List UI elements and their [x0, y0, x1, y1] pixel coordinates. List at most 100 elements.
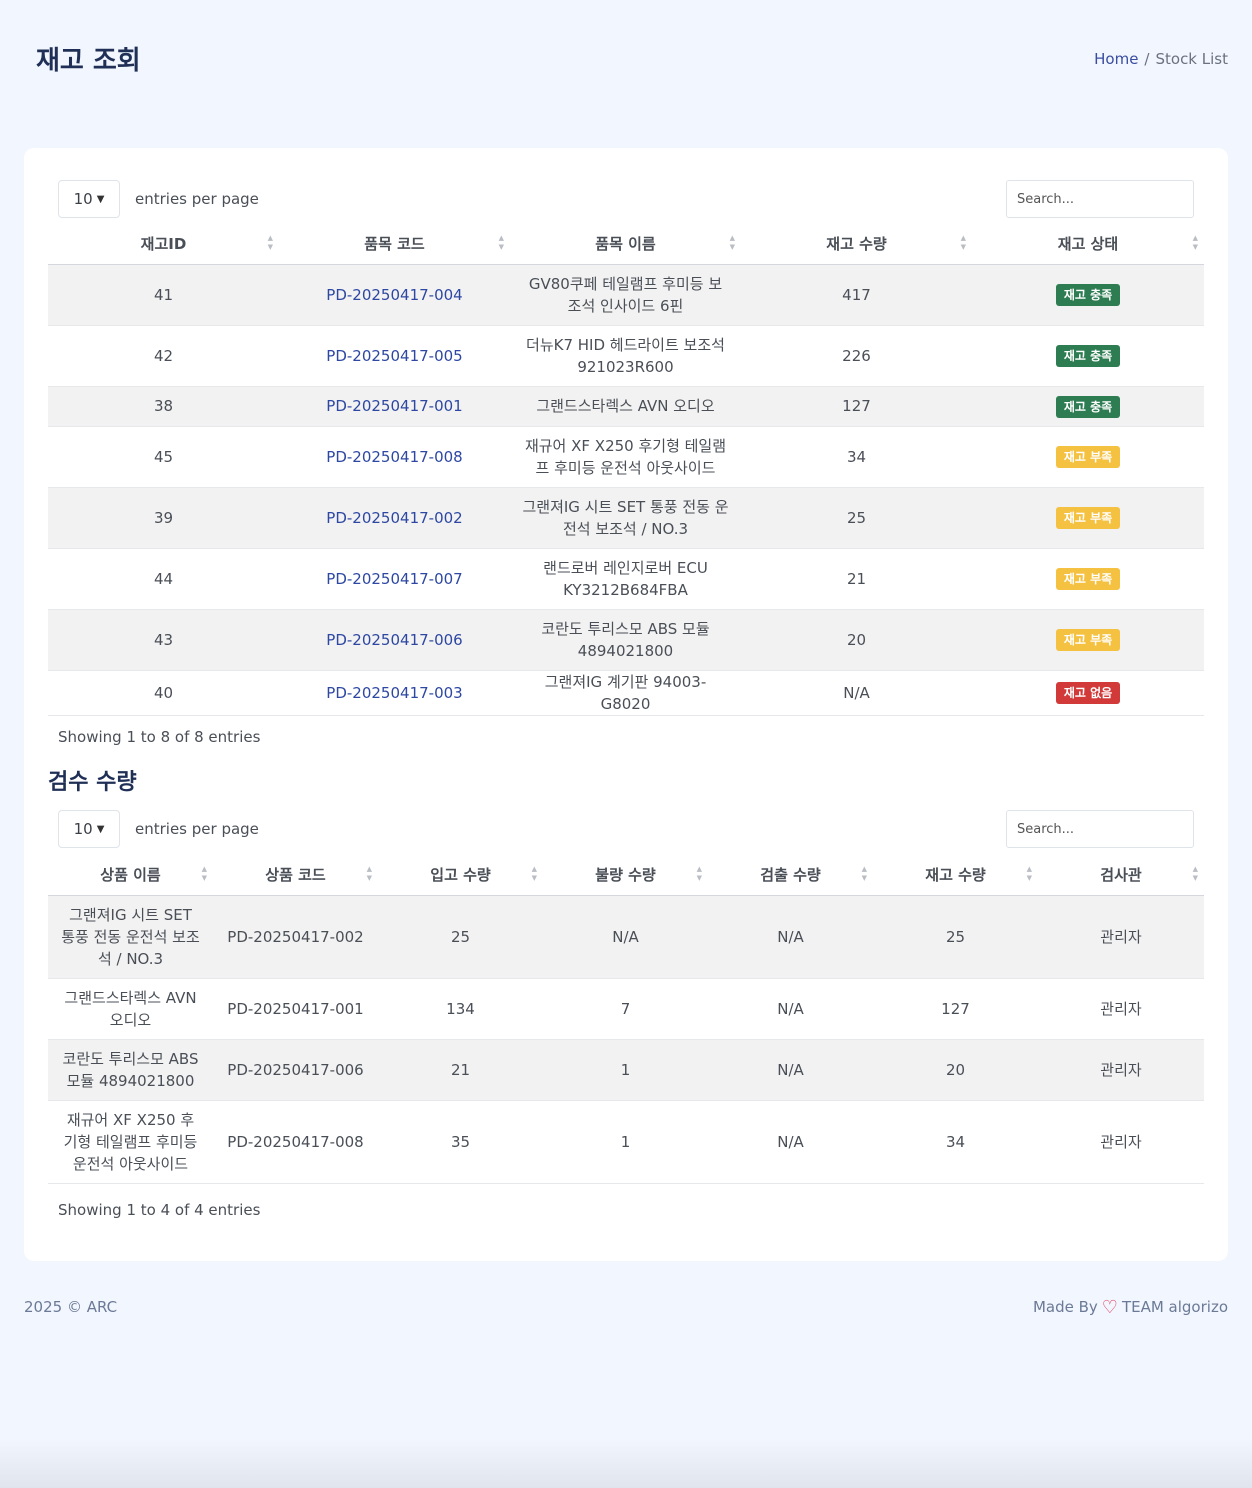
sort-icon: ▲ ▼: [498, 234, 504, 251]
stock-col-header[interactable]: 품목 이름 ▲ ▼: [510, 224, 741, 265]
table-row: 코란도 투리스모 ABS 모듈 4894021800 PD-20250417-0…: [48, 1039, 1204, 1101]
stock-qty: 34: [741, 426, 972, 488]
stock-name: GV80쿠페 테일램프 후미등 보조석 인사이드 6핀: [510, 264, 741, 326]
stock-qty: 25: [873, 895, 1038, 979]
breadcrumb-home-link[interactable]: Home: [1094, 50, 1138, 68]
inspector: 관리자: [1038, 895, 1204, 979]
inspection-col-header[interactable]: 검출 수량 ▲ ▼: [708, 855, 873, 896]
heart-icon: ♡: [1101, 1296, 1118, 1318]
stock-card: 10 ▼ entries per page 재고ID▲▼ 품목 코드▲▼ 품목 …: [24, 148, 1228, 1261]
detected-qty: N/A: [708, 1039, 873, 1101]
status-badge: 재고 충족: [1055, 345, 1121, 367]
stock-code-link[interactable]: PD-20250417-002: [326, 509, 462, 527]
incoming-qty: 134: [378, 978, 543, 1040]
chevron-down-icon: ▼: [96, 193, 105, 205]
sort-icon: ▲ ▼: [366, 865, 372, 882]
stock-code-link[interactable]: PD-20250417-003: [326, 684, 462, 702]
product-code: PD-20250417-008: [213, 1100, 378, 1184]
table-row: 40 PD-20250417-003 그랜져IG 계기판 94003-G8020…: [48, 670, 1204, 716]
footer-copyright: 2025 © ARC: [24, 1298, 118, 1316]
stock-code-link[interactable]: PD-20250417-001: [326, 397, 462, 415]
defect-qty: 1: [543, 1100, 708, 1184]
stock-entries-per-page-select[interactable]: 10 ▼: [58, 180, 120, 218]
stock-qty: 417: [741, 264, 972, 326]
stock-col-header[interactable]: 품목 코드 ▲ ▼: [279, 224, 510, 265]
inspection-table-controls: 10 ▼ entries per page: [58, 810, 1194, 848]
stock-id: 38: [48, 386, 279, 427]
inspection-col-header[interactable]: 입고 수량 ▲ ▼: [378, 855, 543, 896]
stock-code-link[interactable]: PD-20250417-004: [326, 286, 462, 304]
product-code: PD-20250417-006: [213, 1039, 378, 1101]
defect-qty: 7: [543, 978, 708, 1040]
breadcrumb-separator: /: [1144, 49, 1150, 68]
inspection-col-header[interactable]: 불량 수량 ▲ ▼: [543, 855, 708, 896]
stock-table: 재고ID ▲ ▼ 품목 코드 ▲ ▼ 품목 이름 ▲ ▼ 재고 수량 ▲ ▼ 재고 상태 ▲ ▼ 4…: [48, 224, 1204, 716]
inspection-table-header-row: 상품 이름 ▲ ▼ 상품 코드 ▲ ▼ 입고 수량 ▲ ▼ 불량 수량 ▲ ▼ 검출 수량 ▲ ▼ …: [48, 855, 1204, 896]
stock-col-header[interactable]: 재고 수량 ▲ ▼: [741, 224, 972, 265]
status-badge: 재고 부족: [1055, 629, 1121, 651]
detected-qty: N/A: [708, 978, 873, 1040]
stock-entries-label: entries per page: [135, 190, 259, 208]
stock-qty: 25: [741, 487, 972, 549]
stock-qty: 21: [741, 548, 972, 610]
table-row: 42 PD-20250417-005 더뉴K7 HID 헤드라이트 보조석 92…: [48, 325, 1204, 387]
incoming-qty: 25: [378, 895, 543, 979]
inspector: 관리자: [1038, 1100, 1204, 1184]
product-code: PD-20250417-001: [213, 978, 378, 1040]
stock-id: 40: [48, 670, 279, 716]
inspection-col-header[interactable]: 검사관 ▲ ▼: [1038, 855, 1204, 896]
stock-id: 42: [48, 325, 279, 387]
chevron-down-icon: ▼: [96, 823, 105, 835]
inspection-col-header[interactable]: 상품 이름 ▲ ▼: [48, 855, 213, 896]
footer: 2025 © ARC Made By ♡ TEAM algorizo: [24, 1298, 1228, 1316]
inspection-section-title: 검수 수량: [48, 770, 137, 795]
status-badge: 재고 없음: [1055, 682, 1121, 704]
inspector: 관리자: [1038, 978, 1204, 1040]
footer-made-by: Made By ♡ TEAM algorizo: [1033, 1298, 1228, 1316]
stock-qty: 127: [741, 386, 972, 427]
page-header: 재고 조회 Home / Stock List: [36, 40, 1228, 77]
stock-code-link[interactable]: PD-20250417-007: [326, 570, 462, 588]
sort-icon: ▲ ▼: [267, 234, 273, 251]
stock-search-input[interactable]: [1006, 180, 1194, 218]
sort-icon: ▲ ▼: [1026, 865, 1032, 882]
stock-name: 그랜져IG 시트 SET 통풍 전동 운전석 보조석 / NO.3: [510, 487, 741, 549]
stock-qty: 20: [873, 1039, 1038, 1101]
footer-team: TEAM algorizo: [1121, 1298, 1228, 1316]
stock-qty: 226: [741, 325, 972, 387]
stock-table-header-row: 재고ID ▲ ▼ 품목 코드 ▲ ▼ 품목 이름 ▲ ▼ 재고 수량 ▲ ▼ 재고 상태 ▲ ▼: [48, 224, 1204, 265]
detected-qty: N/A: [708, 895, 873, 979]
inspection-col-header[interactable]: 재고 수량 ▲ ▼: [873, 855, 1038, 896]
stock-name: 랜드로버 레인지로버 ECU KY3212B684FBA: [510, 548, 741, 610]
inspection-entries-per-page-select[interactable]: 10 ▼: [58, 810, 120, 848]
stock-id: 41: [48, 264, 279, 326]
stock-col-header[interactable]: 재고 상태 ▲ ▼: [972, 224, 1204, 265]
status-badge: 재고 충족: [1055, 284, 1121, 306]
defect-qty: 1: [543, 1039, 708, 1101]
product-name: 그랜져IG 시트 SET 통풍 전동 운전석 보조석 / NO.3: [48, 895, 213, 979]
sort-icon: ▲ ▼: [201, 865, 207, 882]
stock-code-link[interactable]: PD-20250417-006: [326, 631, 462, 649]
incoming-qty: 21: [378, 1039, 543, 1101]
inspection-col-header[interactable]: 상품 코드 ▲ ▼: [213, 855, 378, 896]
stock-code-link[interactable]: PD-20250417-005: [326, 347, 462, 365]
sort-icon: ▲ ▼: [1192, 234, 1198, 251]
breadcrumb: Home / Stock List: [1094, 50, 1228, 68]
product-code: PD-20250417-002: [213, 895, 378, 979]
stock-name: 코란도 투리스모 ABS 모듈 4894021800: [510, 609, 741, 671]
stock-id: 44: [48, 548, 279, 610]
stock-code-link[interactable]: PD-20250417-008: [326, 448, 462, 466]
stock-col-header[interactable]: 재고ID ▲ ▼: [48, 224, 279, 265]
stock-qty: 20: [741, 609, 972, 671]
stock-id: 43: [48, 609, 279, 671]
table-row: 38 PD-20250417-001 그랜드스타렉스 AVN 오디오 127 재…: [48, 386, 1204, 427]
product-name: 그랜드스타렉스 AVN 오디오: [48, 978, 213, 1040]
stock-name: 그랜드스타렉스 AVN 오디오: [510, 386, 741, 427]
stock-name: 더뉴K7 HID 헤드라이트 보조석 921023R600: [510, 325, 741, 387]
stock-qty: 34: [873, 1100, 1038, 1184]
table-row: 44 PD-20250417-007 랜드로버 레인지로버 ECU KY3212…: [48, 548, 1204, 610]
inspection-search-input[interactable]: [1006, 810, 1194, 848]
sort-icon: ▲ ▼: [531, 865, 537, 882]
footer-made-by-label: Made By: [1032, 1298, 1098, 1316]
stock-table-controls: 10 ▼ entries per page: [58, 180, 1194, 218]
